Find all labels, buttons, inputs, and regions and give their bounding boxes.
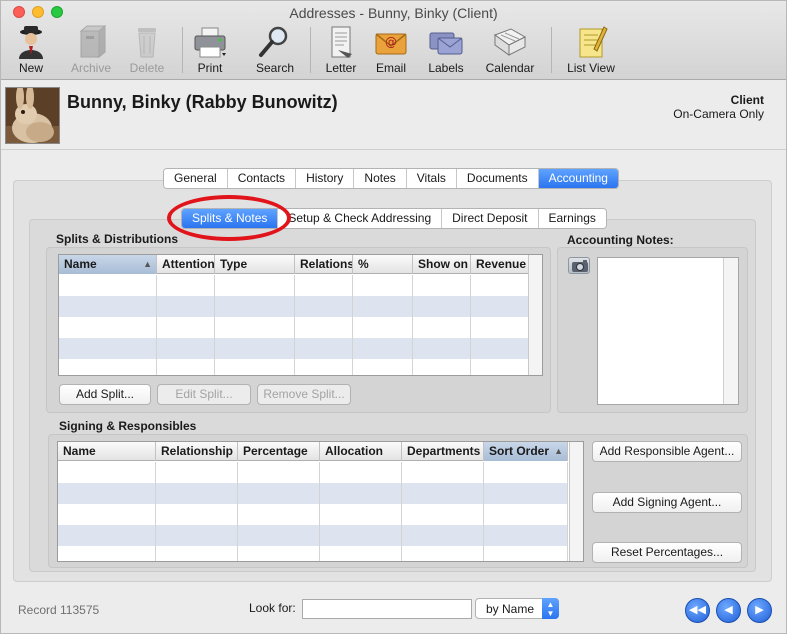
table-row[interactable] xyxy=(58,483,568,504)
client-photo[interactable] xyxy=(5,87,60,144)
addresses-window: Addresses - Bunny, Binky (Client) New Ar… xyxy=(0,0,787,634)
splits-col-percent[interactable]: % xyxy=(353,255,413,274)
toolbar-search-button[interactable]: Search xyxy=(245,25,305,75)
splits-col-revenue[interactable]: Revenue xyxy=(471,255,529,274)
splits-col-attention[interactable]: Attention xyxy=(157,255,215,274)
splits-group-title: Splits & Distributions xyxy=(56,232,179,246)
signing-col-sort-order[interactable]: Sort Order ▲ xyxy=(484,442,568,461)
table-row[interactable] xyxy=(59,338,529,359)
accounting-notes-title: Accounting Notes: xyxy=(567,233,674,247)
table-row[interactable] xyxy=(59,317,529,338)
client-name: Bunny, Binky (Rabby Bunowitz) xyxy=(67,92,338,112)
sort-ascending-icon: ▲ xyxy=(554,446,563,456)
notes-scrollbar[interactable] xyxy=(723,258,738,404)
look-for-label: Look for: xyxy=(249,601,296,615)
table-row[interactable] xyxy=(58,525,568,546)
chevron-updown-icon: ▲ ▼ xyxy=(542,598,559,619)
splits-table[interactable]: Name ▲ Attention Type Relations % Show on… xyxy=(58,254,543,376)
tab-contacts[interactable]: Contacts xyxy=(227,169,297,188)
tab-notes[interactable]: Notes xyxy=(354,169,407,188)
subtab-earnings[interactable]: Earnings xyxy=(538,209,606,228)
next-record-button[interactable]: ▶ xyxy=(747,598,772,623)
toolbar-new-button[interactable]: New xyxy=(1,25,61,75)
toolbar-email-button[interactable]: @ Email xyxy=(361,25,421,75)
printer-icon xyxy=(194,27,226,58)
splits-col-relations[interactable]: Relations xyxy=(295,255,353,274)
add-signing-agent-button[interactable]: Add Signing Agent... xyxy=(592,492,742,513)
toolbar-labels-button[interactable]: Labels xyxy=(416,25,476,75)
first-record-button[interactable]: ◀◀ xyxy=(685,598,710,623)
signing-table-rows xyxy=(58,462,568,561)
svg-text:@: @ xyxy=(385,35,397,49)
signing-table[interactable]: Name Relationship Percentage Allocation … xyxy=(57,441,584,562)
toolbar-archive-button[interactable]: Archive xyxy=(61,25,121,75)
subtab-setup-check-addressing[interactable]: Setup & Check Addressing xyxy=(278,209,443,228)
toolbar-print-button[interactable]: Print xyxy=(180,25,240,75)
rewind-icon: ◀◀ xyxy=(689,604,706,616)
signing-col-departments[interactable]: Departments xyxy=(402,442,484,461)
add-responsible-agent-button[interactable]: Add Responsible Agent... xyxy=(592,441,742,462)
magnifier-icon xyxy=(259,26,288,57)
client-type-label: Client xyxy=(730,93,764,107)
tab-accounting[interactable]: Accounting xyxy=(538,169,618,188)
table-row[interactable] xyxy=(58,462,568,483)
chevron-left-icon: ◀ xyxy=(724,604,733,616)
letter-icon xyxy=(331,26,352,58)
signing-group-title: Signing & Responsibles xyxy=(59,419,197,433)
splits-col-show-on[interactable]: Show on xyxy=(413,255,471,274)
remove-split-button[interactable]: Remove Split... xyxy=(257,384,351,405)
trash-can-icon xyxy=(138,28,156,58)
camera-icon[interactable] xyxy=(568,257,590,274)
archive-box-icon xyxy=(79,25,107,59)
toolbar-list-view-button[interactable]: List View xyxy=(560,25,622,75)
toolbar-separator xyxy=(551,27,552,73)
signing-col-allocation[interactable]: Allocation xyxy=(320,442,402,461)
tab-history[interactable]: History xyxy=(296,169,355,188)
chevron-right-icon: ▶ xyxy=(755,604,764,616)
signing-col-name[interactable]: Name xyxy=(58,442,156,461)
reset-percentages-button[interactable]: Reset Percentages... xyxy=(592,542,742,563)
table-row[interactable] xyxy=(59,275,529,296)
rabbit-photo-icon xyxy=(6,88,59,143)
splits-table-scrollbar[interactable] xyxy=(528,255,542,375)
tab-documents[interactable]: Documents xyxy=(456,169,539,188)
client-subtype-label: On-Camera Only xyxy=(673,107,764,121)
table-row[interactable] xyxy=(59,359,529,375)
splits-table-header: Name ▲ Attention Type Relations % Show on… xyxy=(59,255,529,274)
splits-table-rows xyxy=(59,275,529,375)
edit-split-button[interactable]: Edit Split... xyxy=(157,384,251,405)
window-chrome: Addresses - Bunny, Binky (Client) New Ar… xyxy=(1,1,786,80)
subtab-direct-deposit[interactable]: Direct Deposit xyxy=(442,209,539,228)
record-number: Record 113575 xyxy=(18,603,100,617)
calendar-icon xyxy=(493,28,527,56)
sort-ascending-icon: ▲ xyxy=(143,259,152,269)
labels-envelope-icon xyxy=(429,32,463,55)
table-row[interactable] xyxy=(58,504,568,525)
signing-table-header: Name Relationship Percentage Allocation … xyxy=(58,442,568,461)
signing-col-relationship[interactable]: Relationship xyxy=(156,442,238,461)
signing-col-percentage[interactable]: Percentage xyxy=(238,442,320,461)
accounting-notes-textarea[interactable] xyxy=(597,257,739,405)
main-tab-bar: General Contacts History Notes Vitals Do… xyxy=(163,168,619,189)
header-divider xyxy=(1,149,786,150)
splits-col-name[interactable]: Name ▲ xyxy=(59,255,157,274)
toolbar-calendar-button[interactable]: Calendar xyxy=(480,25,540,75)
notepad-list-icon xyxy=(579,26,608,58)
search-by-select[interactable]: by Name ▲ ▼ xyxy=(475,598,559,619)
signing-table-scrollbar[interactable] xyxy=(569,442,583,561)
search-by-value: by Name xyxy=(486,602,535,616)
previous-record-button[interactable]: ◀ xyxy=(716,598,741,623)
highlight-annotation-ring xyxy=(167,195,291,241)
table-row[interactable] xyxy=(58,546,568,561)
new-person-icon xyxy=(19,26,43,59)
window-title: Addresses - Bunny, Binky (Client) xyxy=(289,5,498,21)
add-split-button[interactable]: Add Split... xyxy=(59,384,151,405)
tab-general[interactable]: General xyxy=(164,169,228,188)
look-for-input[interactable] xyxy=(302,599,472,619)
splits-col-type[interactable]: Type xyxy=(215,255,295,274)
tab-vitals[interactable]: Vitals xyxy=(406,169,457,188)
toolbar-delete-button[interactable]: Delete xyxy=(117,25,177,75)
email-envelope-icon: @ xyxy=(375,33,407,55)
table-row[interactable] xyxy=(59,296,529,317)
